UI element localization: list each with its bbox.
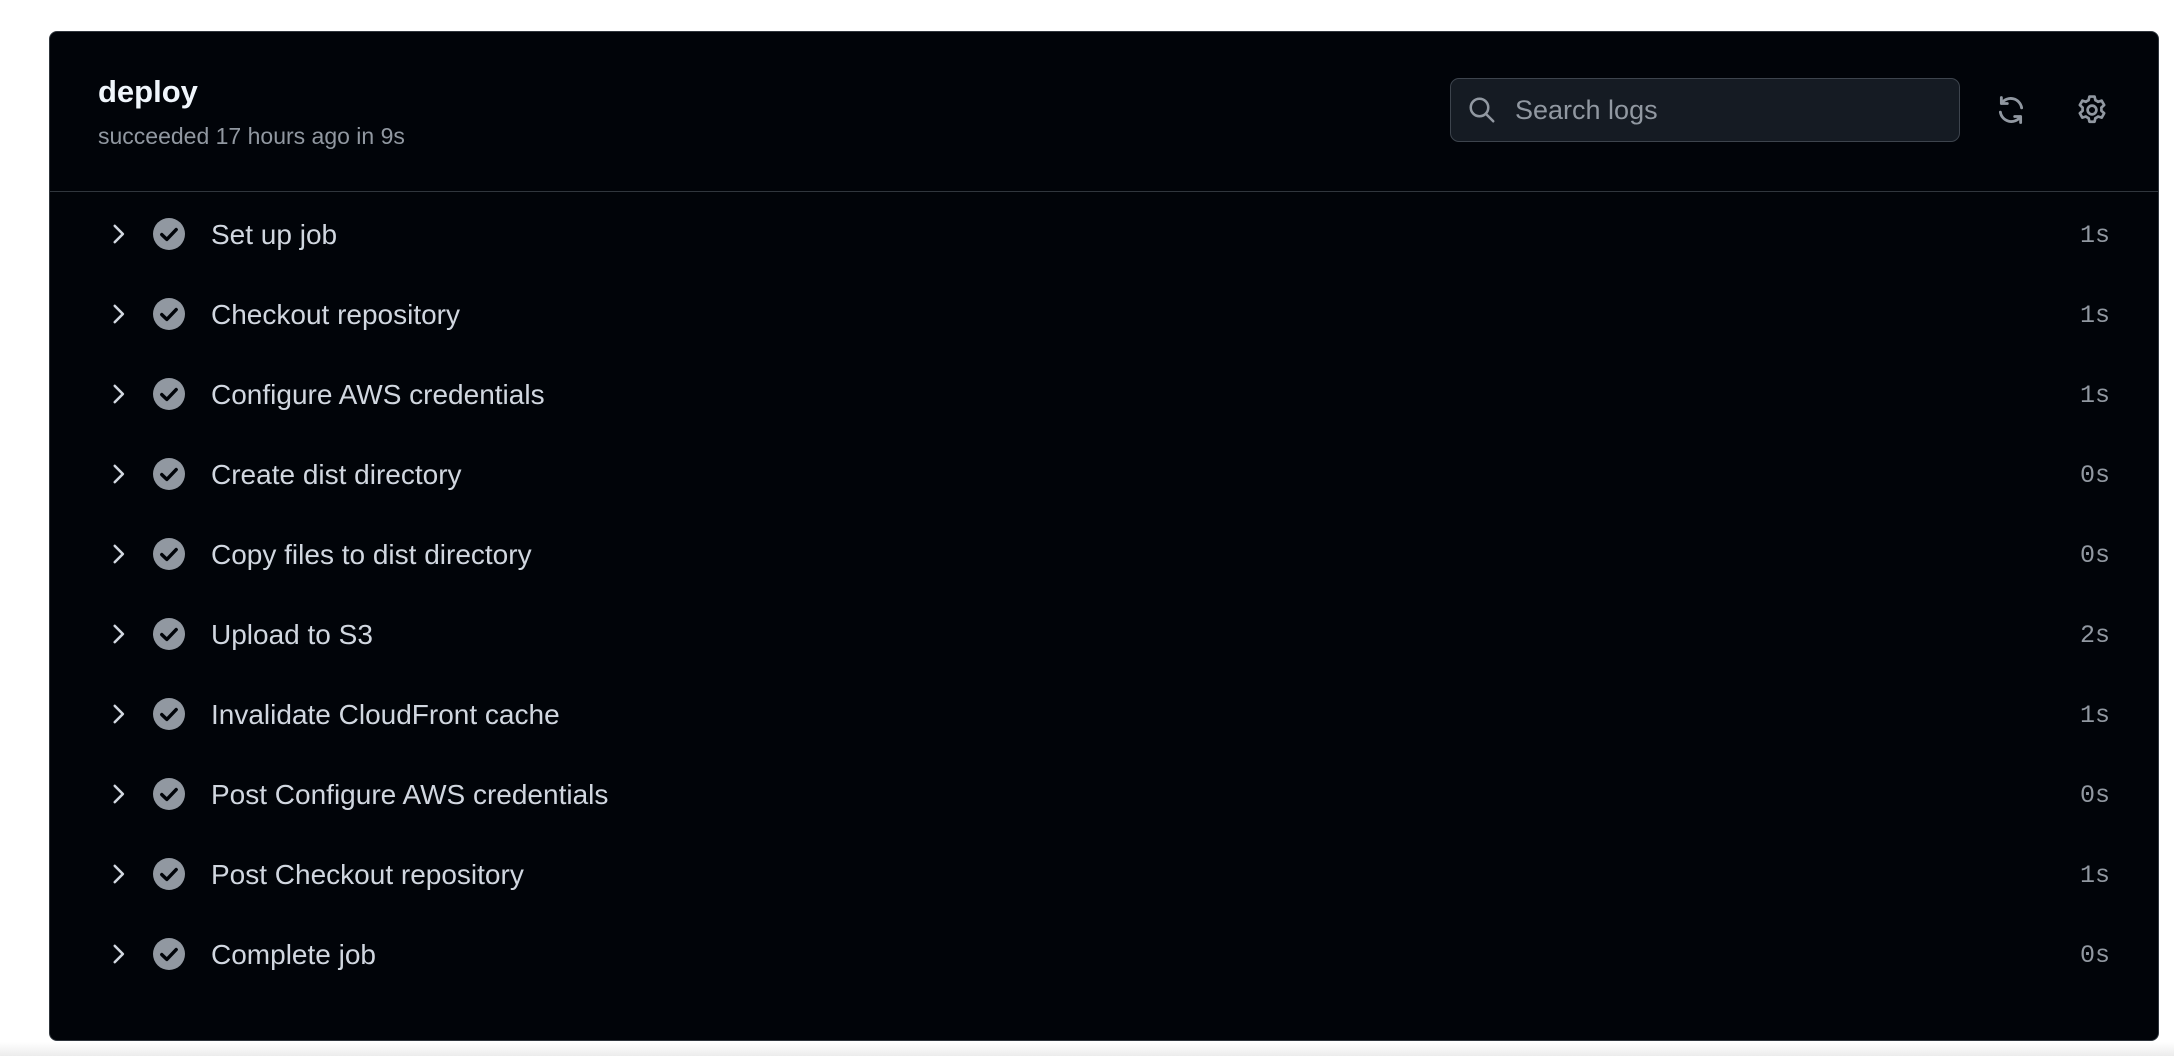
- check-circle-icon: [153, 618, 185, 650]
- step-row[interactable]: Configure AWS credentials 1s: [50, 354, 2158, 434]
- chevron-right-icon[interactable]: [105, 301, 131, 327]
- step-row[interactable]: Create dist directory 0s: [50, 434, 2158, 514]
- check-circle-icon: [153, 458, 185, 490]
- step-name: Complete job: [211, 939, 376, 970]
- step-name: Configure AWS credentials: [211, 379, 545, 410]
- page-edge: [0, 1042, 2174, 1056]
- chevron-right-icon[interactable]: [105, 461, 131, 487]
- refresh-button[interactable]: [1991, 90, 2031, 130]
- chevron-right-icon[interactable]: [105, 941, 131, 967]
- step-row[interactable]: Post Configure AWS credentials 0s: [50, 754, 2158, 834]
- step-duration: 1s: [2079, 301, 2110, 330]
- check-circle-icon: [153, 218, 185, 250]
- search-logs-box[interactable]: [1450, 78, 1960, 142]
- step-name: Set up job: [211, 219, 338, 250]
- check-circle-icon: [153, 778, 185, 810]
- step-duration: 0s: [2079, 461, 2110, 490]
- step-name: Post Configure AWS credentials: [211, 779, 609, 810]
- settings-button[interactable]: [2072, 90, 2112, 130]
- step-duration: 1s: [2079, 701, 2110, 730]
- job-log-panel: deploy succeeded 17 hours ago in 9s Sear…: [49, 31, 2159, 1041]
- step-row[interactable]: Post Checkout repository 1s: [50, 834, 2158, 914]
- chevron-right-icon[interactable]: [105, 701, 131, 727]
- step-duration: 0s: [2079, 781, 2110, 810]
- chevron-right-icon[interactable]: [105, 221, 131, 247]
- step-name: Create dist directory: [211, 459, 462, 490]
- step-duration: 1s: [2079, 221, 2110, 250]
- step-row[interactable]: Invalidate CloudFront cache 1s: [50, 674, 2158, 754]
- gear-icon: [2078, 95, 2106, 124]
- step-name: Copy files to dist directory: [211, 539, 532, 570]
- chevron-right-icon[interactable]: [105, 621, 131, 647]
- step-name: Post Checkout repository: [211, 859, 524, 890]
- step-row[interactable]: Upload to S3 2s: [50, 594, 2158, 674]
- step-name: Upload to S3: [211, 619, 373, 650]
- step-row[interactable]: Checkout repository 1s: [50, 274, 2158, 354]
- job-status-text: succeeded 17 hours ago in 9s: [98, 123, 405, 149]
- chevron-right-icon[interactable]: [105, 541, 131, 567]
- step-duration: 1s: [2079, 861, 2110, 890]
- step-name: Invalidate CloudFront cache: [211, 699, 560, 730]
- job-header: deploy succeeded 17 hours ago in 9s: [50, 32, 2158, 192]
- check-circle-icon: [153, 298, 185, 330]
- step-duration: 0s: [2079, 541, 2110, 570]
- check-circle-icon: [153, 858, 185, 890]
- search-logs-input[interactable]: [1515, 79, 1945, 141]
- sync-icon: [1998, 96, 2024, 124]
- step-row[interactable]: Set up job 1s: [50, 194, 2158, 274]
- steps-list: Set up job 1s Checkout repository 1s Con…: [50, 194, 2158, 994]
- step-row[interactable]: Copy files to dist directory 0s: [50, 514, 2158, 594]
- step-duration: 0s: [2079, 941, 2110, 970]
- step-row[interactable]: Complete job 0s: [50, 914, 2158, 994]
- job-title: deploy: [98, 74, 198, 109]
- check-circle-icon: [153, 538, 185, 570]
- chevron-right-icon[interactable]: [105, 381, 131, 407]
- check-circle-icon: [153, 698, 185, 730]
- step-name: Checkout repository: [211, 299, 461, 330]
- check-circle-icon: [153, 938, 185, 970]
- step-duration: 2s: [2079, 621, 2110, 650]
- chevron-right-icon[interactable]: [105, 861, 131, 887]
- search-icon: [1469, 97, 1495, 123]
- chevron-right-icon[interactable]: [105, 781, 131, 807]
- check-circle-icon: [153, 378, 185, 410]
- step-duration: 1s: [2079, 381, 2110, 410]
